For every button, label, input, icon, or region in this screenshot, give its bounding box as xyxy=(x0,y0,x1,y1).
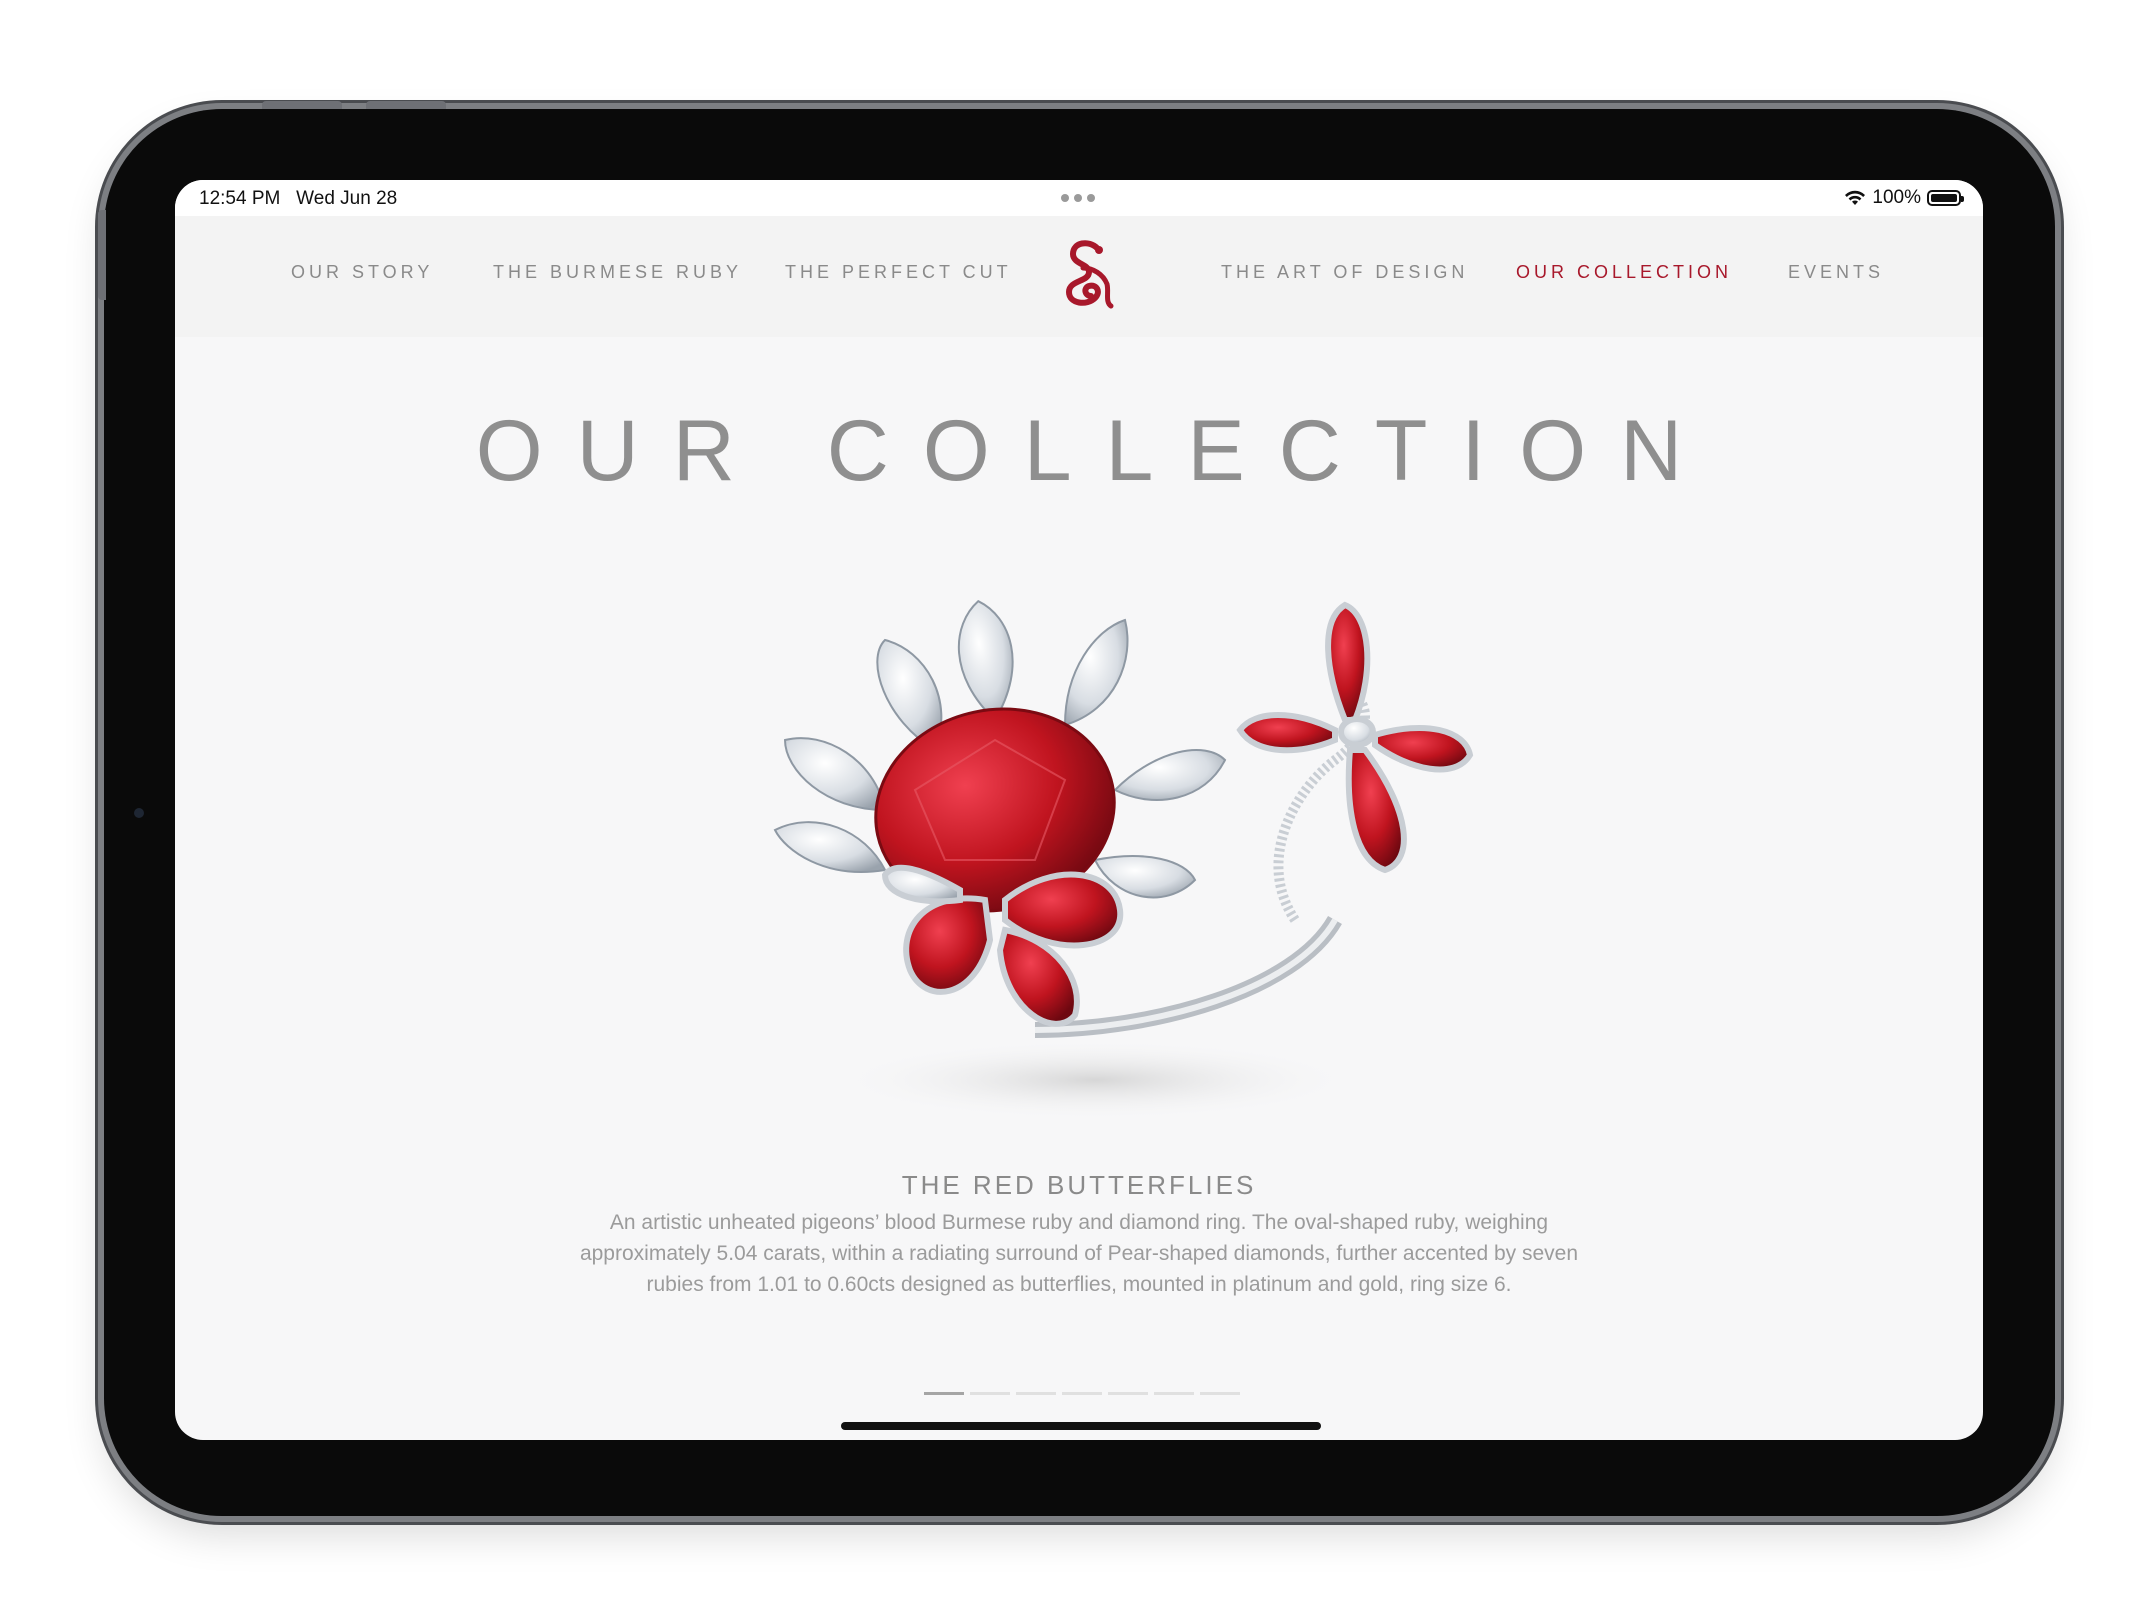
status-bar: 12:54 PM Wed Jun 28 100% xyxy=(175,180,1983,216)
page-dot[interactable] xyxy=(1062,1392,1102,1395)
volume-button xyxy=(366,101,446,109)
nav-events[interactable]: EVENTS xyxy=(1788,262,1884,283)
wifi-icon xyxy=(1845,190,1866,205)
status-time: 12:54 PM Wed Jun 28 xyxy=(199,188,398,209)
screen: 12:54 PM Wed Jun 28 100% OUR STORY THE B… xyxy=(175,180,1983,1440)
status-right: 100% xyxy=(1844,187,1964,209)
ring-product-image[interactable] xyxy=(735,560,1595,1120)
page-title: OUR COLLECTION xyxy=(475,403,1717,499)
page-dot-active[interactable] xyxy=(924,1392,964,1395)
top-button xyxy=(98,210,106,300)
brand-monogram-icon[interactable] xyxy=(1059,238,1117,310)
multitasking-dots[interactable] xyxy=(1061,194,1095,202)
top-navigation: OUR STORY THE BURMESE RUBY THE PERFECT C… xyxy=(175,216,1983,337)
nav-the-art-of-design[interactable]: THE ART OF DESIGN xyxy=(1221,262,1468,283)
volume-button xyxy=(262,101,342,109)
page-dot[interactable] xyxy=(1200,1392,1240,1395)
home-indicator[interactable] xyxy=(841,1422,1321,1430)
page-dot[interactable] xyxy=(1016,1392,1056,1395)
page-dot[interactable] xyxy=(970,1392,1010,1395)
nav-the-perfect-cut[interactable]: THE PERFECT CUT xyxy=(785,262,1012,283)
product-description: An artistic unheated pigeons’ blood Burm… xyxy=(579,1211,1579,1296)
page-dot[interactable] xyxy=(1108,1392,1148,1395)
nav-our-story[interactable]: OUR STORY xyxy=(291,262,433,283)
front-camera xyxy=(134,808,144,818)
battery-percent: 100% xyxy=(1872,187,1921,208)
nav-our-collection[interactable]: OUR COLLECTION xyxy=(1516,262,1732,283)
page-dot[interactable] xyxy=(1154,1392,1194,1395)
page-indicator[interactable] xyxy=(924,1392,1240,1395)
battery-icon xyxy=(1927,190,1964,206)
product-name: THE RED BUTTERFLIES xyxy=(901,1170,1257,1200)
nav-the-burmese-ruby[interactable]: THE BURMESE RUBY xyxy=(493,262,742,283)
